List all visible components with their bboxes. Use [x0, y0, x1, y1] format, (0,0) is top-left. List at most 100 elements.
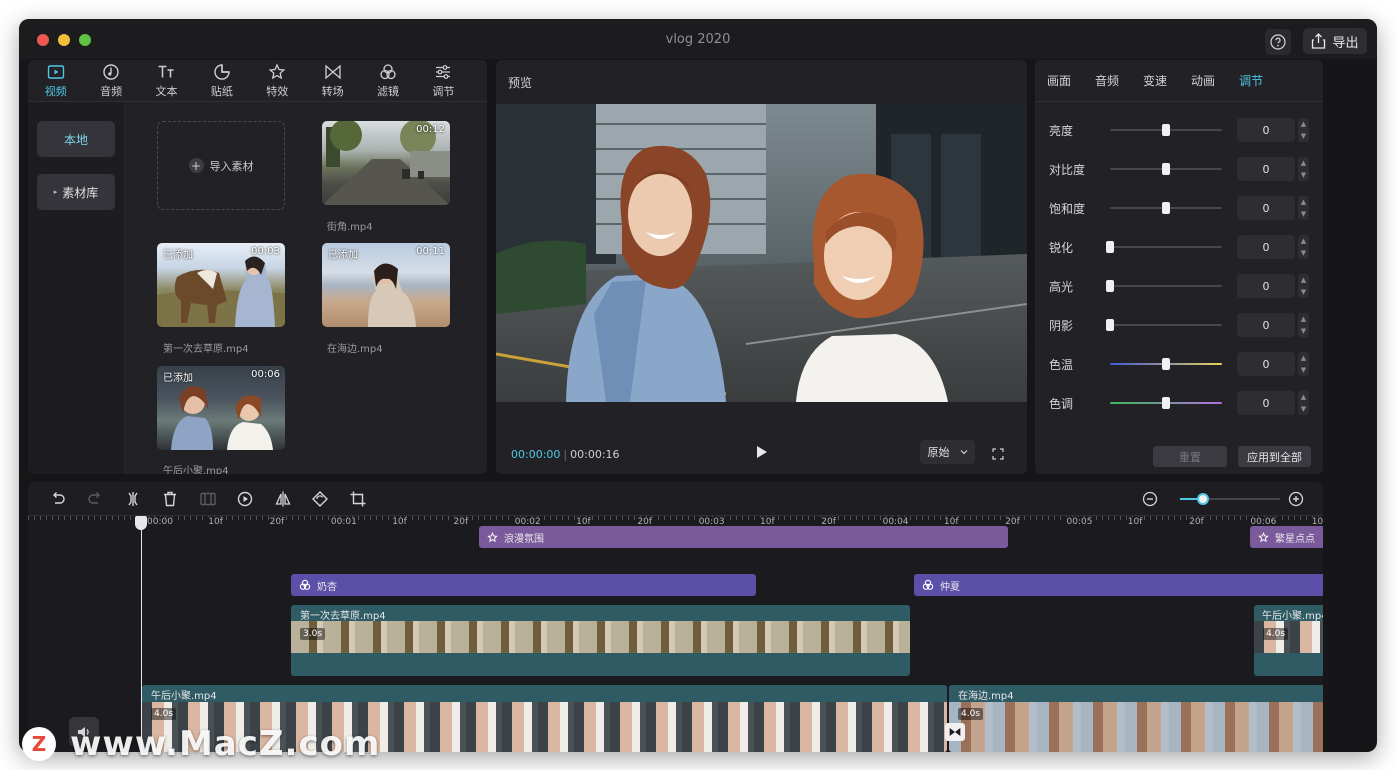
tab-filter[interactable]: 滤镜	[360, 60, 415, 101]
tab-picture[interactable]: 画面	[1047, 72, 1071, 89]
tab-speed[interactable]: 变速	[1143, 72, 1167, 89]
adjust-value-input[interactable]: 0	[1237, 352, 1295, 376]
delete-icon[interactable]	[161, 490, 179, 508]
play-button[interactable]	[756, 444, 768, 463]
adjust-slider[interactable]	[1110, 358, 1222, 370]
adjust-slider[interactable]	[1110, 202, 1222, 214]
tab-video[interactable]: 视频	[28, 60, 83, 101]
slider-knob[interactable]	[1106, 319, 1114, 331]
slider-knob[interactable]	[1162, 358, 1170, 370]
stepper-down-icon[interactable]: ▼	[1301, 171, 1306, 179]
adjust-value-input[interactable]: 0	[1237, 391, 1295, 415]
value-stepper[interactable]: ▲ ▼	[1298, 118, 1309, 142]
apply-all-button[interactable]: 应用到全部	[1238, 446, 1311, 467]
adjust-value-input[interactable]: 0	[1237, 274, 1295, 298]
media-thumb-afternoon[interactable]: 已添加 00:06	[157, 366, 285, 450]
aspect-ratio-select[interactable]: 原始	[920, 440, 975, 464]
stepper-up-icon[interactable]: ▲	[1301, 315, 1306, 323]
slider-knob[interactable]	[1162, 202, 1170, 214]
playhead-handle[interactable]	[135, 516, 147, 530]
adjust-slider[interactable]	[1106, 241, 1222, 253]
crop-icon[interactable]	[349, 490, 367, 508]
tab-inspector-adjust[interactable]: 调节	[1239, 72, 1263, 89]
media-thumb-beach[interactable]: 已添加 00:11	[322, 243, 450, 327]
tab-audio[interactable]: 音频	[83, 60, 138, 101]
effect-bar-romantic[interactable]: 浪漫氛围	[479, 526, 1008, 548]
stepper-down-icon[interactable]: ▼	[1301, 366, 1306, 374]
tab-adjust[interactable]: 调节	[416, 60, 471, 101]
local-media-button[interactable]: 本地	[37, 121, 115, 157]
adjust-slider[interactable]	[1110, 124, 1222, 136]
slider-knob[interactable]	[1162, 163, 1170, 175]
tab-text[interactable]: 文本	[139, 60, 194, 101]
value-stepper[interactable]: ▲ ▼	[1298, 352, 1309, 376]
value-stepper[interactable]: ▲ ▼	[1298, 196, 1309, 220]
adjust-value-input[interactable]: 0	[1237, 235, 1295, 259]
effect-bar-stars[interactable]: 繁星点点	[1250, 526, 1323, 548]
adjust-value-input[interactable]: 0	[1237, 118, 1295, 142]
playhead-line[interactable]	[141, 516, 142, 752]
stepper-up-icon[interactable]: ▲	[1301, 276, 1306, 284]
stepper-down-icon[interactable]: ▼	[1301, 288, 1306, 296]
value-stepper[interactable]: ▲ ▼	[1298, 274, 1309, 298]
main-clip-beach[interactable]: 在海边.mp4 4.0s	[949, 685, 1323, 752]
tab-animation[interactable]: 动画	[1191, 72, 1215, 89]
split-icon[interactable]	[124, 490, 142, 508]
stepper-down-icon[interactable]: ▼	[1301, 327, 1306, 335]
tab-effects[interactable]: 特效	[250, 60, 305, 101]
stepper-up-icon[interactable]: ▲	[1301, 237, 1306, 245]
reverse-play-icon[interactable]	[236, 490, 254, 508]
tab-transition[interactable]: 转场	[305, 60, 360, 101]
value-stepper[interactable]: ▲ ▼	[1298, 157, 1309, 181]
media-library-button[interactable]: ▸ 素材库	[37, 174, 115, 210]
media-name: 午后小聚.mp4	[163, 466, 229, 474]
redo-icon[interactable]	[86, 490, 104, 508]
filter-bar-summer[interactable]: 仲夏	[914, 574, 1323, 596]
adjust-slider[interactable]	[1106, 280, 1222, 292]
stepper-down-icon[interactable]: ▼	[1301, 249, 1306, 257]
adjust-slider[interactable]	[1106, 319, 1222, 331]
zoom-out-icon[interactable]	[1141, 490, 1159, 508]
overlay-clip-afternoon[interactable]: 午后小聚.mp4 4.0s	[1254, 605, 1323, 676]
export-button[interactable]: 导出	[1303, 28, 1367, 54]
stepper-down-icon[interactable]: ▼	[1301, 405, 1306, 413]
tab-sticker[interactable]: 贴纸	[194, 60, 249, 101]
transition-marker[interactable]	[945, 723, 965, 741]
adjust-value-input[interactable]: 0	[1237, 313, 1295, 337]
slider-knob[interactable]	[1162, 124, 1170, 136]
zoom-slider-knob[interactable]	[1197, 493, 1209, 505]
value-stepper[interactable]: ▲ ▼	[1298, 391, 1309, 415]
filter-bar-milk[interactable]: 奶杏	[291, 574, 756, 596]
slider-knob[interactable]	[1106, 241, 1114, 253]
slider-knob[interactable]	[1106, 280, 1114, 292]
adjust-slider[interactable]	[1110, 163, 1222, 175]
zoom-in-icon[interactable]	[1287, 490, 1305, 508]
timeline-zoom-slider[interactable]	[1180, 493, 1280, 505]
media-thumb-street[interactable]: 00:12	[322, 121, 450, 205]
adjust-value-input[interactable]: 0	[1237, 196, 1295, 220]
stepper-up-icon[interactable]: ▲	[1301, 198, 1306, 206]
stepper-down-icon[interactable]: ▼	[1301, 210, 1306, 218]
rotate-icon[interactable]	[311, 490, 329, 508]
freeze-frame-icon[interactable]	[199, 490, 217, 508]
adjust-value-input[interactable]: 0	[1237, 157, 1295, 181]
import-media-button[interactable]: + 导入素材	[157, 121, 285, 210]
stepper-down-icon[interactable]: ▼	[1301, 132, 1306, 140]
overlay-clip-grassland[interactable]: 第一次去草原.mp4 3.0s	[291, 605, 910, 676]
fullscreen-button[interactable]	[992, 445, 1004, 464]
adjust-slider[interactable]	[1110, 397, 1222, 409]
value-stepper[interactable]: ▲ ▼	[1298, 313, 1309, 337]
value-stepper[interactable]: ▲ ▼	[1298, 235, 1309, 259]
undo-icon[interactable]	[49, 490, 67, 508]
stepper-up-icon[interactable]: ▲	[1301, 159, 1306, 167]
stepper-up-icon[interactable]: ▲	[1301, 354, 1306, 362]
tab-inspector-audio[interactable]: 音频	[1095, 72, 1119, 89]
reset-button[interactable]: 重置	[1153, 446, 1227, 467]
slider-knob[interactable]	[1162, 397, 1170, 409]
mirror-icon[interactable]	[274, 490, 292, 508]
timeline-area[interactable]: 00:00 10f 20f 00:01 10f 20f 00:02 10f 20f 00:03 10…	[28, 516, 1323, 752]
stepper-up-icon[interactable]: ▲	[1301, 120, 1306, 128]
media-thumb-grassland[interactable]: 已添加 00:03	[157, 243, 285, 327]
help-button[interactable]	[1265, 29, 1291, 55]
stepper-up-icon[interactable]: ▲	[1301, 393, 1306, 401]
